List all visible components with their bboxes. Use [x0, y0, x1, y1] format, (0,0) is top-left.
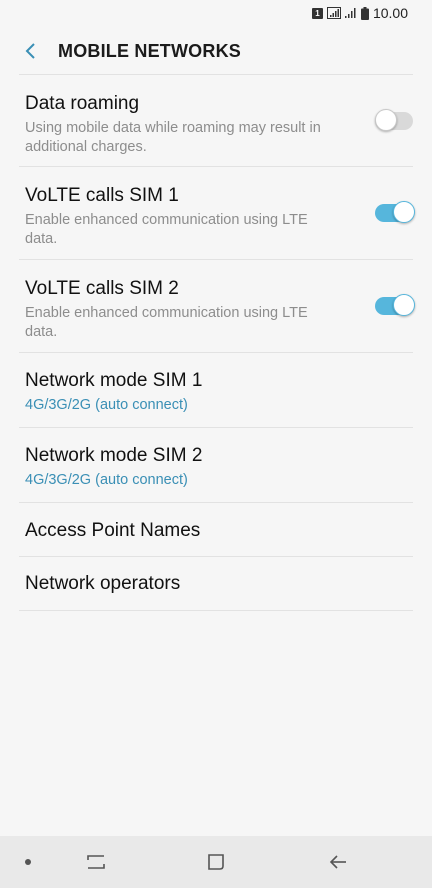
setting-title: Network mode SIM 1: [25, 370, 203, 391]
setting-network-mode-sim1[interactable]: Network mode SIM 1 4G/3G/2G (auto connec…: [19, 353, 413, 428]
recent-apps-button[interactable]: [84, 850, 108, 874]
data-roaming-toggle[interactable]: [375, 108, 413, 131]
toggle-knob: [393, 294, 415, 316]
system-back-button[interactable]: [326, 850, 350, 874]
toggle-knob: [393, 201, 415, 223]
home-icon: [208, 854, 224, 870]
setting-data-roaming[interactable]: Data roaming Using mobile data while roa…: [19, 75, 413, 167]
setting-subtitle: Using mobile data while roaming may resu…: [25, 120, 321, 155]
setting-network-operators[interactable]: Network operators: [19, 557, 413, 611]
toggle-knob: [375, 108, 397, 131]
setting-access-point-names[interactable]: Access Point Names: [19, 503, 413, 557]
back-icon: [329, 855, 346, 869]
back-arrow-icon: [25, 43, 35, 59]
status-bar: 1 10.00: [0, 0, 432, 28]
setting-network-mode-sim2[interactable]: Network mode SIM 2 4G/3G/2G (auto connec…: [19, 428, 413, 503]
setting-title: Access Point Names: [25, 520, 201, 541]
setting-value: 4G/3G/2G (auto connect): [25, 472, 188, 488]
status-time: 10.00: [372, 5, 408, 21]
setting-subtitle: Enable enhanced communication using LTE …: [25, 305, 308, 340]
setting-title: Network operators: [25, 573, 181, 594]
setting-volte-sim2[interactable]: VoLTE calls SIM 2 Enable enhanced commun…: [19, 260, 415, 353]
app-header: MOBILE NETWORKS: [0, 28, 432, 74]
home-button[interactable]: [204, 850, 228, 874]
navigation-bar: [0, 836, 432, 888]
status-icons: 1 10.00: [311, 5, 408, 21]
page-title: MOBILE NETWORKS: [58, 40, 241, 61]
sim-icon: 1: [311, 7, 323, 19]
battery-icon: [360, 6, 369, 20]
setting-title: VoLTE calls SIM 1: [25, 185, 179, 206]
setting-title: VoLTE calls SIM 2: [25, 278, 179, 299]
volte-sim2-toggle[interactable]: [375, 294, 415, 316]
settings-list: Data roaming Using mobile data while roa…: [19, 74, 415, 611]
signal-icon: [326, 7, 341, 19]
back-button[interactable]: [18, 39, 42, 63]
setting-volte-sim1[interactable]: VoLTE calls SIM 1 Enable enhanced commun…: [19, 167, 415, 260]
setting-subtitle: Enable enhanced communication using LTE …: [25, 212, 308, 247]
signal-weak-icon: [344, 8, 356, 18]
setting-title: Network mode SIM 2: [25, 445, 203, 466]
dot-icon: [25, 859, 31, 865]
recent-apps-icon: [87, 855, 105, 869]
setting-title: Data roaming: [25, 93, 140, 114]
nav-dot-button[interactable]: [16, 850, 40, 874]
volte-sim1-toggle[interactable]: [375, 201, 415, 223]
setting-value: 4G/3G/2G (auto connect): [25, 397, 188, 413]
